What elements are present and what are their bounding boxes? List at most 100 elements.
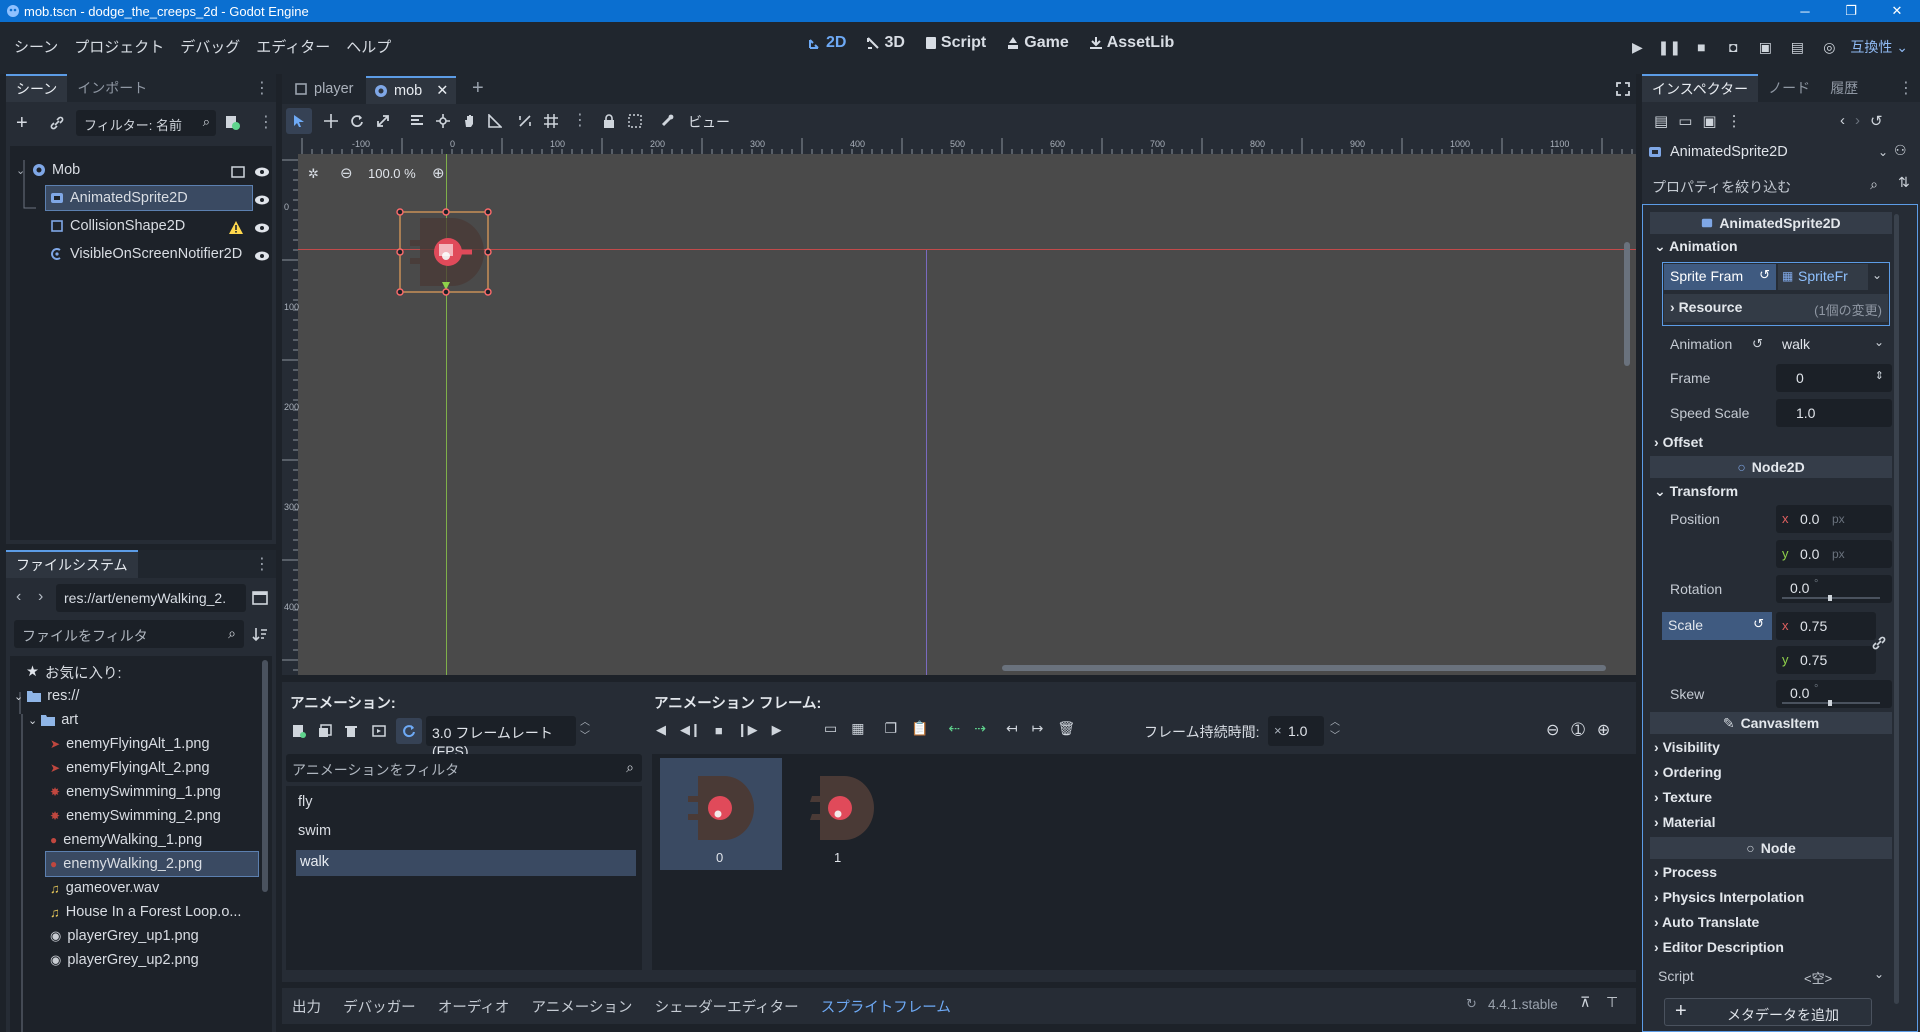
- scene-filter-input[interactable]: フィルター: 名前 ⌕: [76, 110, 216, 136]
- play-custom-scene-icon[interactable]: ▤: [1786, 36, 1808, 58]
- path-field[interactable]: res://art/enemyWalking_2.: [56, 584, 246, 612]
- insert-before-icon[interactable]: ⇠: [948, 720, 960, 737]
- movie-maker-icon[interactable]: ◎: [1818, 36, 1840, 58]
- tab-filesystem[interactable]: ファイルシステム: [6, 550, 138, 578]
- collapse-arrow-icon[interactable]: ⌄: [28, 714, 37, 727]
- lock-icon[interactable]: [602, 114, 616, 128]
- property-sort-icon[interactable]: ⇅: [1898, 174, 1910, 191]
- play-scene-icon[interactable]: ▣: [1754, 36, 1776, 58]
- tree-node-collisionshape2d[interactable]: CollisionShape2D: [50, 214, 230, 238]
- favorites-item[interactable]: ★ お気に入り:: [26, 660, 122, 684]
- section-transform[interactable]: ⌄ Transform: [1654, 483, 1738, 500]
- zoom-level[interactable]: 100.0 %: [368, 166, 416, 181]
- bottom-tab-animation[interactable]: アニメーション: [532, 1000, 633, 1016]
- dock-menu-icon[interactable]: ⋮: [1898, 78, 1914, 98]
- smart-snap-icon[interactable]: [518, 114, 532, 128]
- select-tool-icon[interactable]: [292, 114, 306, 128]
- play-anim-icon[interactable]: ▶: [772, 722, 782, 738]
- snap-options-icon[interactable]: ⋮: [572, 110, 588, 130]
- animation-item-swim[interactable]: swim: [298, 823, 331, 839]
- tab-history[interactable]: 履歴: [1820, 74, 1868, 102]
- menu-project[interactable]: プロジェクト: [66, 36, 172, 57]
- mob-sprite[interactable]: [390, 202, 502, 302]
- inspector-scrollbar[interactable]: [1894, 214, 1899, 1004]
- tree-node-animatedsprite2d[interactable]: AnimatedSprite2D: [45, 185, 253, 211]
- menu-editor[interactable]: エディター: [248, 36, 338, 57]
- first-frame-icon[interactable]: ◀: [656, 722, 666, 738]
- delete-animation-icon[interactable]: [344, 724, 358, 738]
- restore-button[interactable]: ❐: [1828, 0, 1874, 22]
- bone-icon[interactable]: [660, 114, 674, 128]
- scale-y-field[interactable]: y 0.75: [1776, 646, 1876, 674]
- dock-menu-icon[interactable]: ⋮: [254, 78, 270, 98]
- grid-snap-icon[interactable]: [544, 114, 558, 128]
- pan-tool-icon[interactable]: [462, 114, 476, 128]
- group-icon[interactable]: [230, 164, 246, 180]
- loop-icon[interactable]: [402, 724, 416, 738]
- tab-inspector[interactable]: インスペクター: [1642, 74, 1759, 102]
- fps-spinner-icon[interactable]: ︿ ﹀: [580, 716, 590, 744]
- scale-tool-icon[interactable]: [376, 114, 390, 128]
- slider-handle[interactable]: [1828, 700, 1832, 706]
- visibility-eye-icon[interactable]: [254, 248, 270, 264]
- file-scrollbar[interactable]: [262, 660, 268, 892]
- rotate-tool-icon[interactable]: [350, 114, 364, 128]
- menu-scene[interactable]: シーン: [6, 36, 66, 57]
- visibility-eye-icon[interactable]: [254, 192, 270, 208]
- renderer-select[interactable]: 互換性 ⌄: [1850, 36, 1908, 58]
- move-left-icon[interactable]: ↤: [1006, 720, 1018, 737]
- add-node-icon[interactable]: +: [16, 112, 28, 135]
- object-history-icon[interactable]: ↺: [1870, 112, 1883, 130]
- file-filter-input[interactable]: ファイルをフィルタ ⌕: [14, 620, 244, 648]
- file-enemywalking-1[interactable]: ● enemyWalking_1.png: [50, 828, 202, 852]
- file-playergrey-up2[interactable]: ◉ playerGrey_up2.png: [50, 948, 199, 972]
- rotation-slider[interactable]: 0.0 °: [1776, 575, 1892, 603]
- scene-script-icon[interactable]: [224, 114, 240, 130]
- menu-help[interactable]: ヘルプ: [338, 36, 399, 57]
- forward-arrow-icon[interactable]: ›: [1855, 112, 1860, 130]
- expand-panel-icon[interactable]: ⊤: [1606, 994, 1618, 1011]
- copy-frame-icon[interactable]: ❐: [884, 720, 897, 737]
- revert-icon[interactable]: ↺: [1753, 616, 1764, 632]
- file-enemyswimming-2[interactable]: ✸ enemySwimming_2.png: [50, 804, 221, 828]
- sort-icon[interactable]: [252, 626, 268, 642]
- sprite-sheet-icon[interactable]: ▦: [851, 720, 864, 737]
- section-ordering[interactable]: › Ordering: [1654, 764, 1722, 780]
- file-playergrey-up1[interactable]: ◉ playerGrey_up1.png: [50, 924, 199, 948]
- file-gameover-wav[interactable]: ♫ gameover.wav: [50, 876, 159, 900]
- position-y-field[interactable]: y 0.0 px: [1776, 540, 1892, 568]
- zoom-reset-icon[interactable]: ➀: [1571, 720, 1584, 740]
- revert-icon[interactable]: ↺: [1759, 267, 1770, 283]
- autoplay-icon[interactable]: [372, 724, 386, 738]
- group-select-icon[interactable]: [628, 114, 642, 128]
- file-house-forest-loop[interactable]: ♫ House In a Forest Loop.o...: [50, 900, 241, 924]
- insert-after-icon[interactable]: ⇢: [974, 720, 986, 737]
- file-enemyflyingalt-1[interactable]: ➤ enemyFlyingAlt_1.png: [50, 732, 210, 756]
- collapse-arrow-icon[interactable]: ⌄: [16, 164, 28, 177]
- paste-frame-icon[interactable]: 📋: [911, 720, 928, 737]
- folder-art[interactable]: ⌄ art: [28, 708, 78, 732]
- add-metadata-button[interactable]: + メタデータを追加: [1664, 998, 1872, 1026]
- inspector-menu-icon[interactable]: ⋮: [1727, 112, 1742, 130]
- section-material[interactable]: › Material: [1654, 814, 1715, 830]
- file-enemywalking-2[interactable]: ● enemyWalking_2.png: [45, 851, 259, 877]
- bottom-tab-output[interactable]: 出力: [292, 1000, 321, 1016]
- tab-scene[interactable]: シーン: [6, 74, 68, 102]
- skew-slider[interactable]: 0.0 °: [1776, 680, 1892, 708]
- load-resource-icon[interactable]: ▭: [1678, 112, 1692, 130]
- version-label[interactable]: 4.4.1.stable: [1488, 997, 1558, 1012]
- mode-assetlib-button[interactable]: AssetLib: [1089, 34, 1174, 52]
- scene-menu-icon[interactable]: ⋮: [258, 112, 274, 132]
- bottom-tab-debugger[interactable]: デバッガー: [343, 1000, 416, 1016]
- speed-scale-field[interactable]: 1.0: [1776, 399, 1892, 427]
- pin-icon[interactable]: ⊼: [1580, 994, 1590, 1011]
- resource-subsection[interactable]: › Resource (1個の変更): [1664, 294, 1888, 322]
- scene-tab-player[interactable]: player: [286, 76, 362, 102]
- save-resource-icon[interactable]: ▣: [1702, 112, 1716, 130]
- back-arrow-icon[interactable]: ‹: [1840, 112, 1845, 130]
- list-select-icon[interactable]: [410, 114, 424, 128]
- frame-thumb[interactable]: [792, 768, 882, 848]
- play-backwards-icon[interactable]: ❙▶: [737, 722, 758, 738]
- section-offset[interactable]: › Offset: [1654, 434, 1703, 450]
- bottom-tab-shader-editor[interactable]: シェーダーエディター: [655, 1000, 799, 1016]
